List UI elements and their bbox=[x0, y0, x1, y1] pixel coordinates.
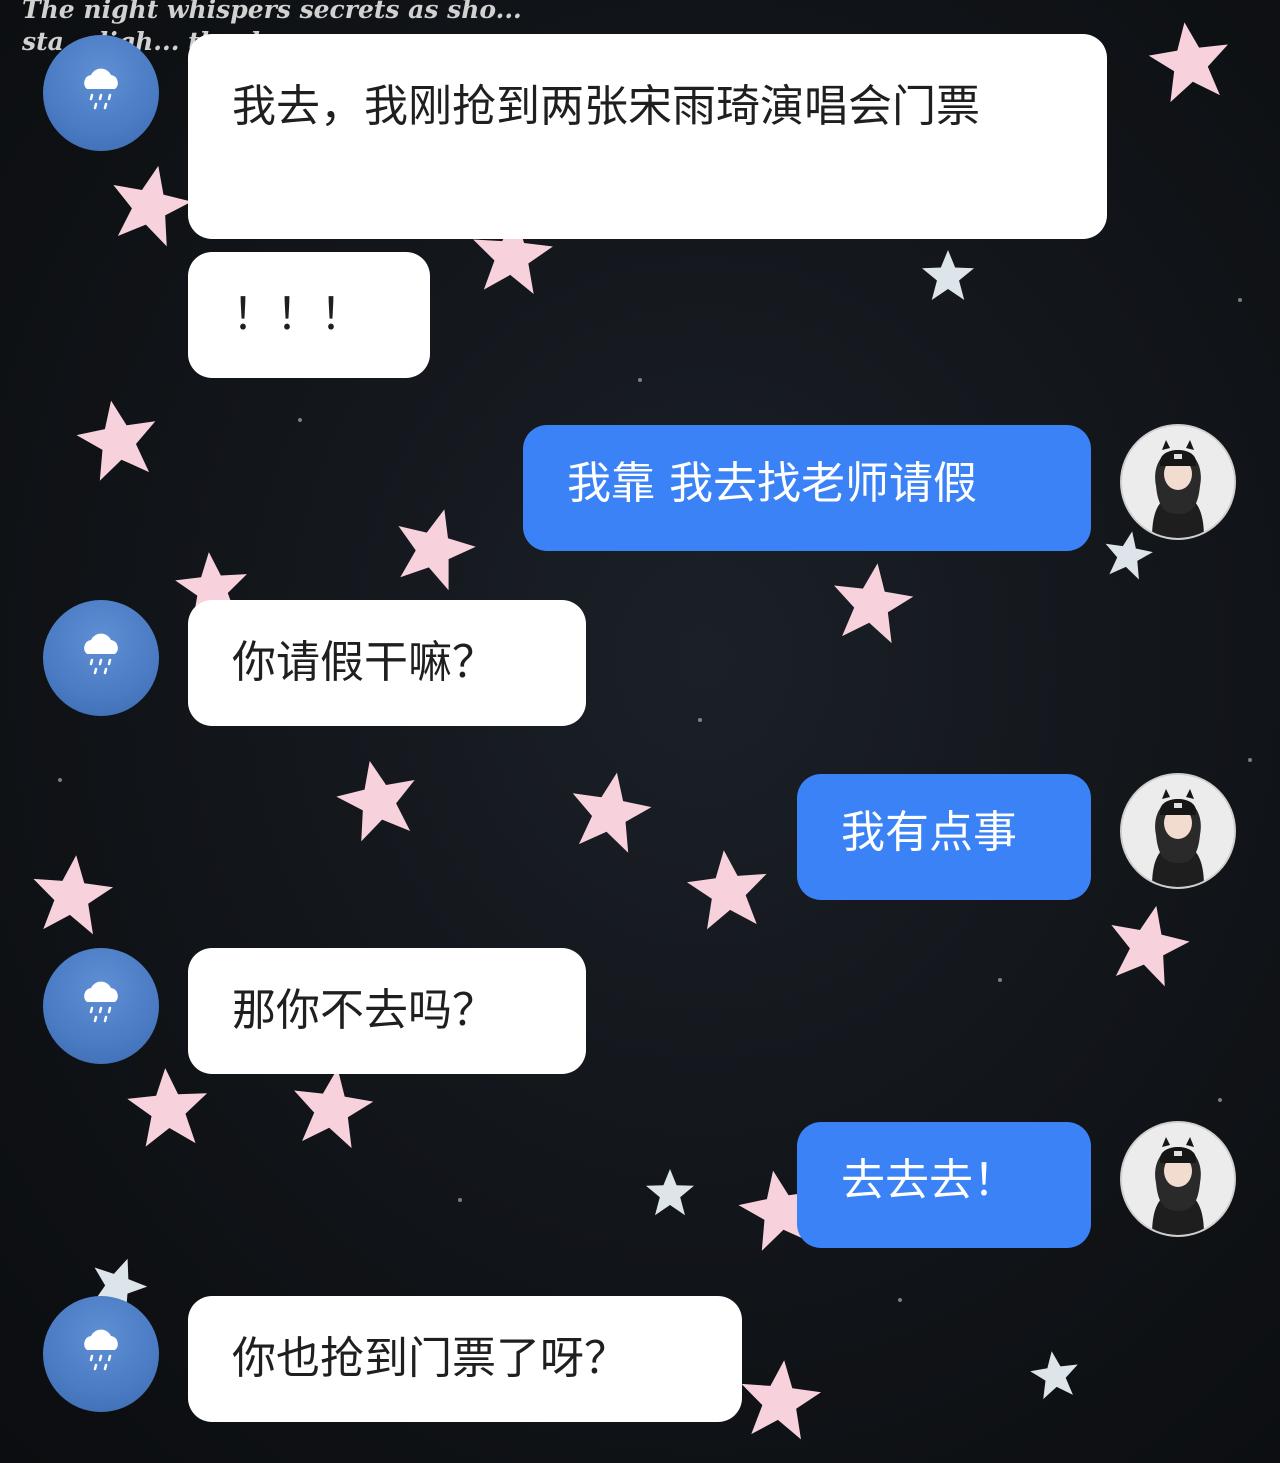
girl-photo-image bbox=[1122, 775, 1234, 887]
girl-photo-image bbox=[1122, 1123, 1234, 1235]
contact-avatar[interactable] bbox=[43, 600, 159, 716]
message-text: 我靠 我去找老师请假 bbox=[567, 458, 977, 509]
message-bubble-outgoing[interactable]: 我靠 我去找老师请假 bbox=[523, 425, 1091, 551]
contact-avatar[interactable] bbox=[43, 948, 159, 1064]
contact-avatar[interactable] bbox=[43, 35, 159, 151]
message-text: 我有点事 bbox=[841, 807, 1017, 858]
message-bubble-outgoing[interactable]: 我有点事 bbox=[797, 774, 1091, 900]
message-text: 我去，我刚抢到两张宋雨琦演唱会门票 bbox=[232, 81, 980, 132]
message-bubble-incoming[interactable]: 我去，我刚抢到两张宋雨琦演唱会门票 bbox=[188, 34, 1107, 239]
message-text: 你也抢到门票了呀？ bbox=[232, 1333, 628, 1384]
message-bubble-incoming[interactable]: 你也抢到门票了呀？ bbox=[188, 1296, 742, 1422]
message-bubble-incoming[interactable]: 那你不去吗？ bbox=[188, 948, 586, 1074]
my-avatar[interactable] bbox=[1120, 1121, 1236, 1237]
message-text: 去去去！ bbox=[841, 1155, 1017, 1206]
rain-cloud-icon bbox=[84, 1329, 118, 1371]
my-avatar[interactable] bbox=[1120, 424, 1236, 540]
rain-cloud-icon bbox=[84, 633, 118, 675]
message-text: 你请假干嘛？ bbox=[232, 637, 496, 688]
girl-photo-image bbox=[1122, 426, 1234, 538]
message-text: 那你不去吗？ bbox=[232, 985, 496, 1036]
rain-cloud-icon bbox=[84, 68, 118, 110]
message-bubble-incoming[interactable]: 你请假干嘛？ bbox=[188, 600, 586, 726]
contact-avatar[interactable] bbox=[43, 1296, 159, 1412]
message-bubble-incoming[interactable]: ！！！ bbox=[188, 252, 430, 378]
rain-cloud-icon bbox=[84, 981, 118, 1023]
my-avatar[interactable] bbox=[1120, 773, 1236, 889]
message-text: ！！！ bbox=[232, 289, 364, 340]
message-bubble-outgoing[interactable]: 去去去！ bbox=[797, 1122, 1091, 1248]
